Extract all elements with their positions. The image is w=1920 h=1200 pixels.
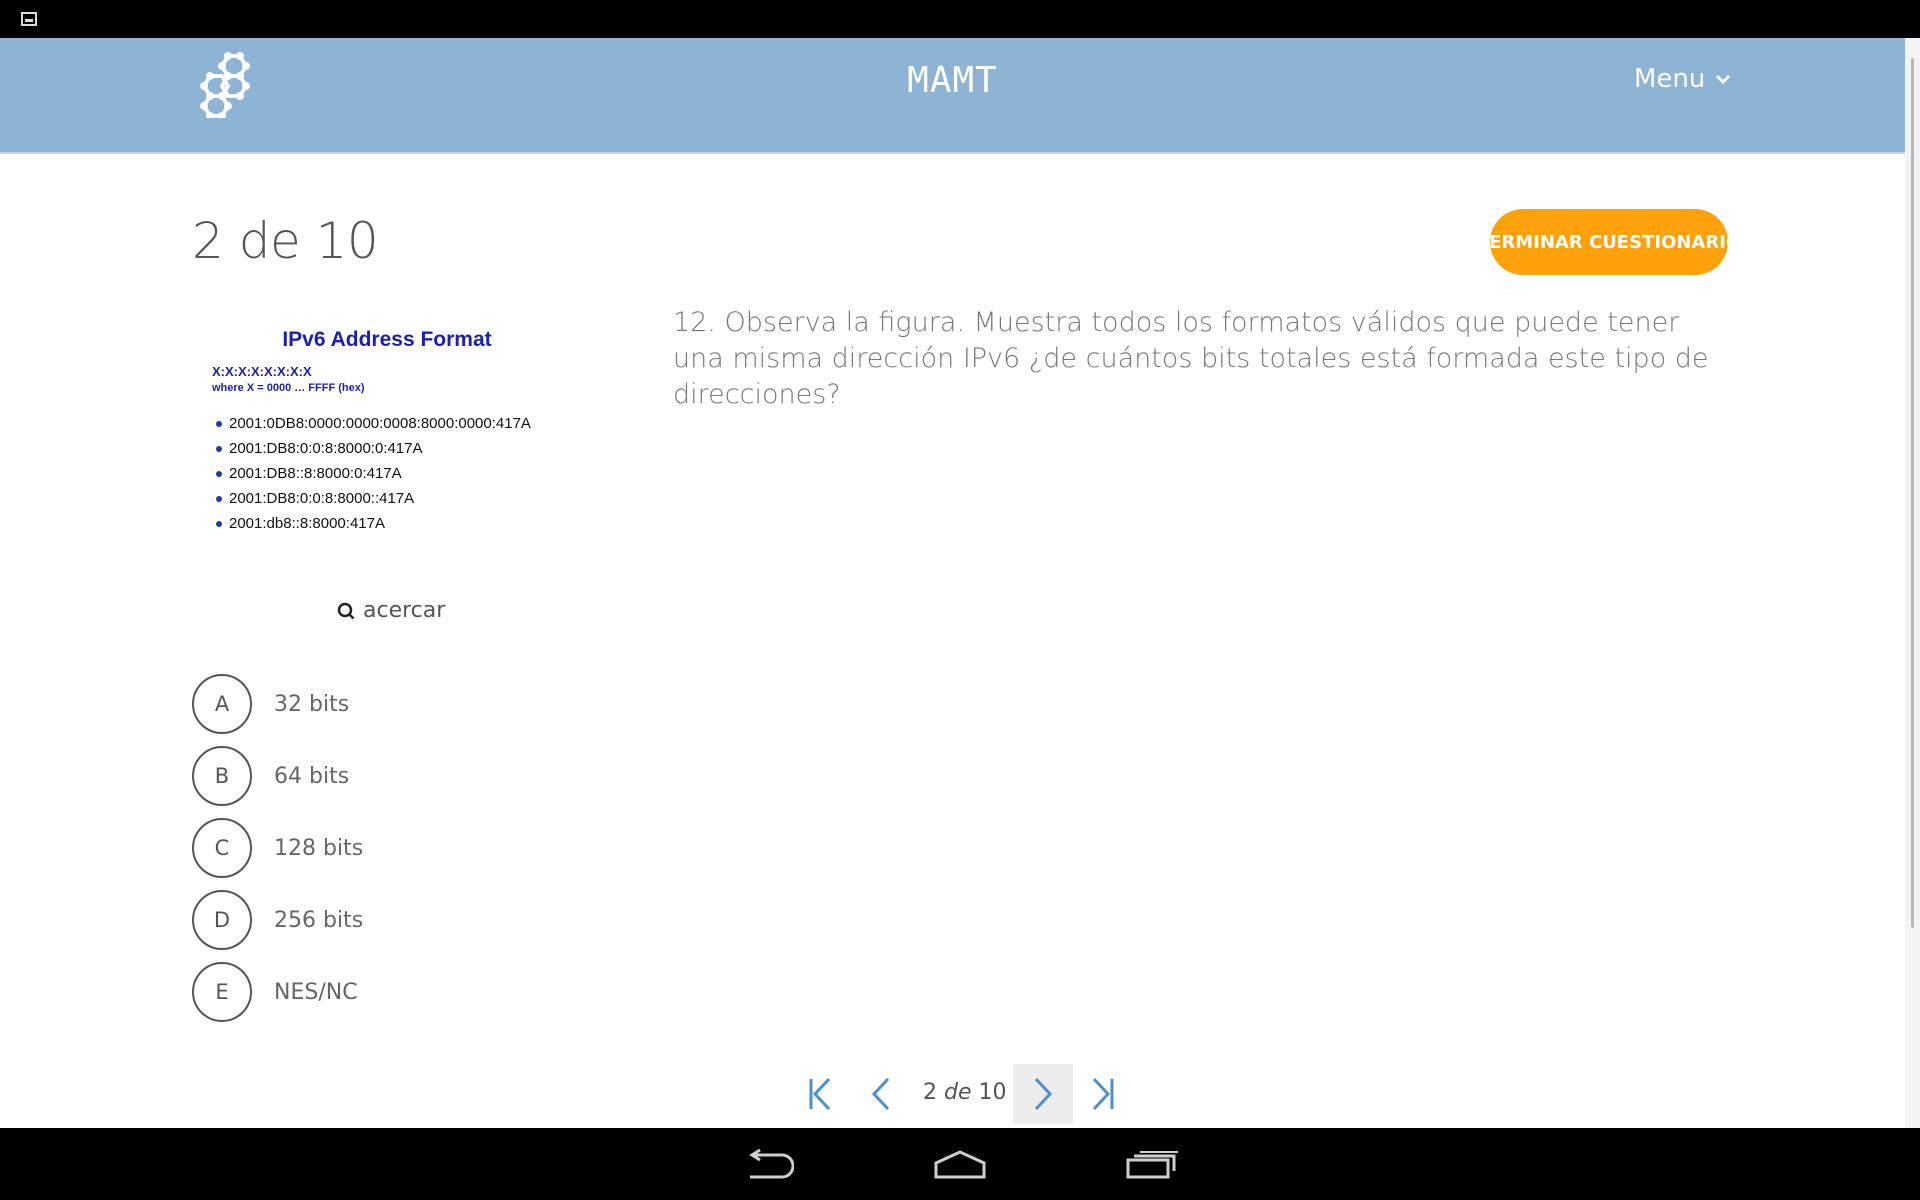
option-letter[interactable]: A	[192, 674, 252, 734]
option-text[interactable]: 256 bits	[274, 908, 363, 933]
option-letter[interactable]: D	[192, 890, 252, 950]
scrollbar-thumb[interactable]	[1911, 58, 1914, 928]
app-title: MAMT	[907, 60, 998, 101]
finish-quiz-button[interactable]: TERMINAR CUESTIONARIO	[1477, 209, 1741, 275]
figure-address: 2001:0DB8:0000:0000:0008:8000:0000:417A	[216, 411, 531, 436]
option-b[interactable]: B 64 bits	[192, 740, 363, 812]
next-page-button[interactable]	[1013, 1064, 1073, 1124]
figure-address: 2001:DB8::8:8000:0:417A	[216, 461, 531, 486]
question-counter: 2 de 10	[192, 212, 379, 270]
back-icon	[749, 1149, 794, 1179]
figure-format-line: X:X:X:X:X:X:X:X	[212, 364, 312, 379]
chevron-left-icon	[871, 1077, 890, 1111]
figure-address: 2001:DB8:0:0:8:8000::417A	[216, 486, 531, 511]
bullet-icon	[216, 445, 222, 452]
search-icon	[337, 602, 355, 619]
figure-address: 2001:db8::8:8000:417A	[216, 511, 531, 536]
figure-address: 2001:DB8:0:0:8:8000:0:417A	[216, 436, 531, 461]
answer-options: A 32 bits B 64 bits C 128 bits D 256 bit…	[192, 668, 363, 1028]
menu-label: Menu	[1634, 64, 1706, 94]
option-c[interactable]: C 128 bits	[192, 812, 363, 884]
last-page-icon	[1092, 1077, 1114, 1111]
back-button[interactable]	[736, 1144, 800, 1184]
option-letter[interactable]: E	[192, 962, 252, 1022]
option-text[interactable]: 128 bits	[274, 836, 363, 861]
home-button[interactable]	[928, 1144, 992, 1184]
option-e[interactable]: E NES/NC	[192, 956, 363, 1028]
home-icon	[934, 1150, 986, 1179]
android-navigation-bar	[0, 1128, 1920, 1200]
option-text[interactable]: 32 bits	[274, 692, 349, 717]
question-text: 12. Observa la figura. Muestra todos los…	[673, 307, 1709, 410]
bullet-icon	[216, 420, 222, 427]
page-indicator: 2 de 10	[923, 1080, 1007, 1105]
first-page-icon	[809, 1077, 831, 1111]
page-separator: de	[944, 1080, 972, 1105]
recents-icon	[1126, 1151, 1178, 1179]
recents-button[interactable]	[1120, 1144, 1184, 1184]
option-text[interactable]: NES/NC	[274, 980, 358, 1005]
option-text[interactable]: 64 bits	[274, 764, 349, 789]
page-total: 10	[978, 1080, 1007, 1105]
page-current: 2	[923, 1080, 937, 1105]
zoom-button[interactable]: acercar	[337, 598, 445, 623]
previous-page-button[interactable]	[851, 1064, 911, 1124]
scrollbar[interactable]	[1905, 38, 1920, 1128]
bullet-icon	[216, 495, 222, 502]
last-page-button[interactable]	[1073, 1064, 1133, 1124]
figure-title: IPv6 Address Format	[282, 328, 492, 351]
zoom-label: acercar	[363, 598, 446, 623]
first-page-button[interactable]	[790, 1064, 850, 1124]
pagination: 2 de 10	[790, 1064, 1120, 1124]
figure-range-line: where X = 0000 … FFFF (hex)	[212, 382, 365, 394]
chevron-right-icon	[1034, 1077, 1053, 1111]
option-letter[interactable]: B	[192, 746, 252, 806]
image-icon	[21, 12, 37, 26]
chevron-down-icon	[1716, 74, 1731, 85]
question-figure: IPv6 Address Format X:X:X:X:X:X:X:X wher…	[197, 318, 567, 583]
app-header: MAMT Menu	[0, 38, 1905, 154]
bullet-icon	[216, 470, 222, 477]
option-letter[interactable]: C	[192, 818, 252, 878]
option-d[interactable]: D 256 bits	[192, 884, 363, 956]
bullet-icon	[216, 520, 222, 527]
option-a[interactable]: A 32 bits	[192, 668, 363, 740]
menu-button[interactable]: Menu	[1634, 64, 1731, 94]
status-bar	[0, 0, 1920, 38]
figure-address-list: 2001:0DB8:0000:0000:0008:8000:0000:417A …	[216, 411, 531, 536]
